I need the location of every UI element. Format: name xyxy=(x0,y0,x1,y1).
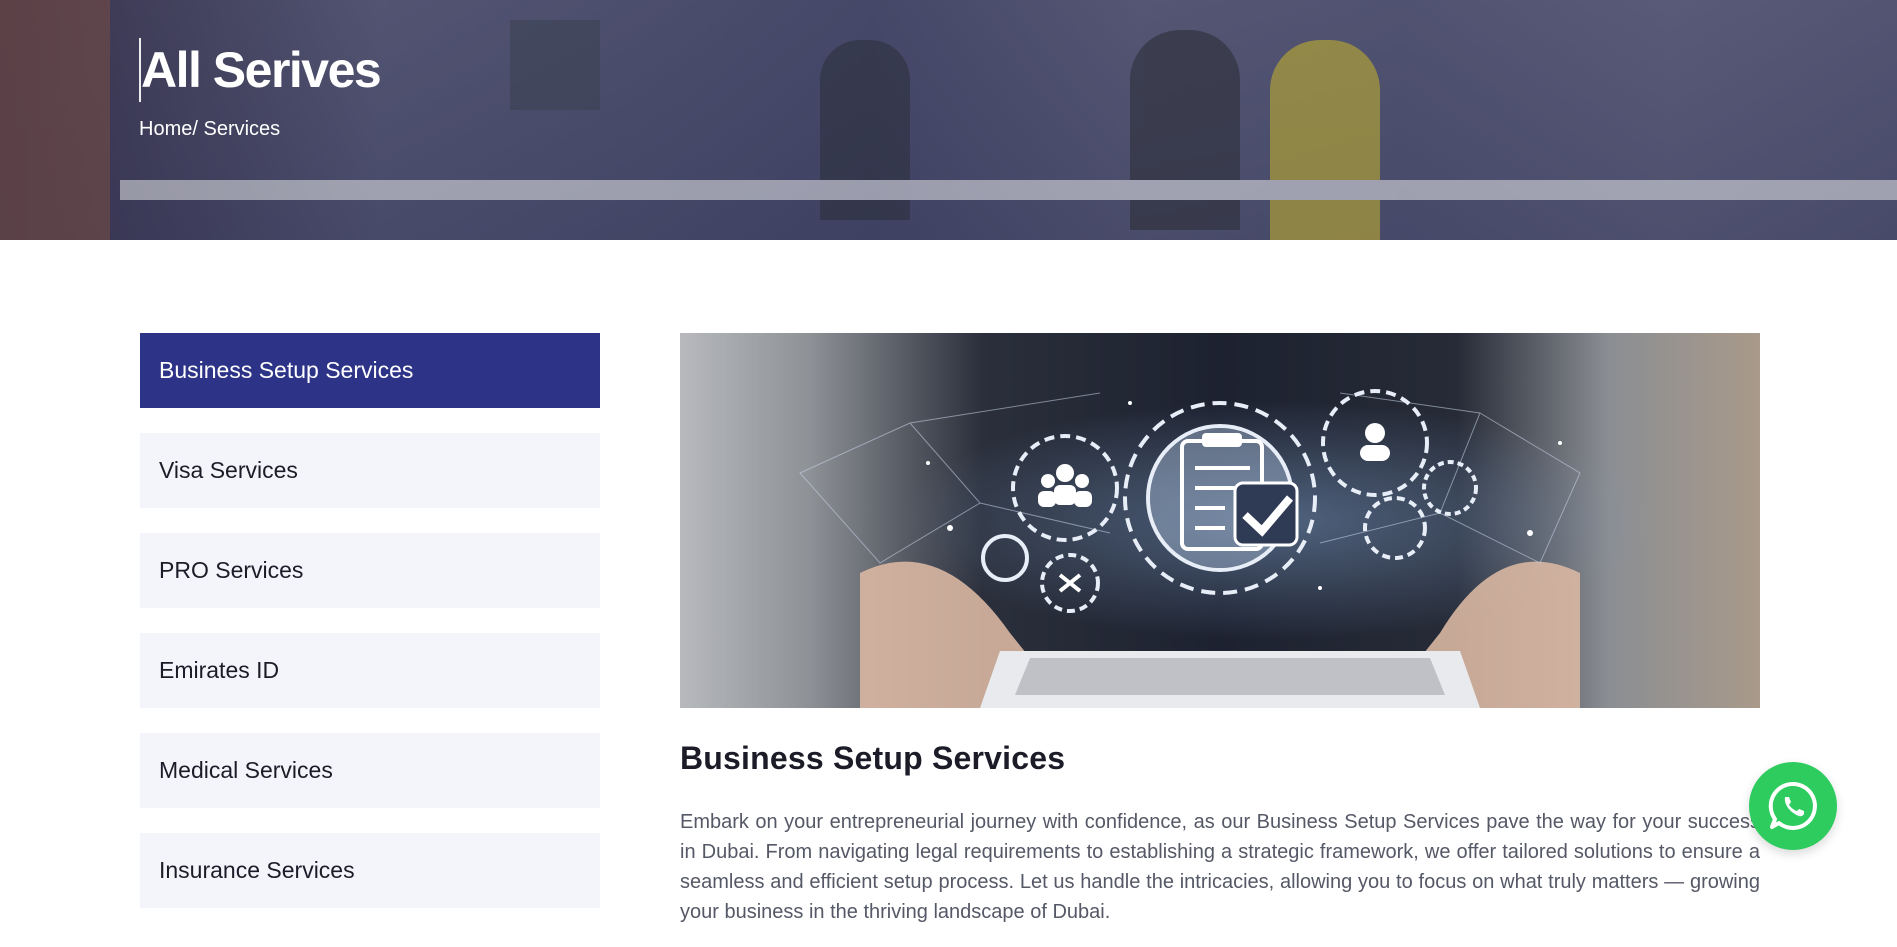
services-sidebar: Business Setup Services Visa Services PR… xyxy=(140,333,600,933)
page-hero-banner: All Serives Home/ Services xyxy=(0,0,1897,240)
gear-network-illustration-icon xyxy=(799,389,1581,708)
breadcrumb: Home/ Services xyxy=(139,118,380,141)
whatsapp-icon xyxy=(1768,781,1817,830)
sidebar-item-pro[interactable]: PRO Services xyxy=(140,533,600,608)
sidebar-item-label: Medical Services xyxy=(159,757,333,783)
sidebar-item-label: Business Setup Services xyxy=(159,357,414,383)
service-illustration-image xyxy=(680,333,1760,708)
sidebar-item-insurance[interactable]: Insurance Services xyxy=(140,833,600,908)
service-description: Embark on your entrepreneurial journey w… xyxy=(680,811,1760,923)
hero-heading-group: All Serives Home/ Services xyxy=(139,38,382,141)
sidebar-item-emirates-id[interactable]: Emirates ID xyxy=(140,633,600,708)
sidebar-item-label: Visa Services xyxy=(159,457,298,483)
service-title: Business Setup Services xyxy=(680,740,1066,776)
sidebar-item-medical[interactable]: Medical Services xyxy=(140,733,600,808)
sidebar-item-visa[interactable]: Visa Services xyxy=(140,433,600,508)
page-title: All Serives xyxy=(139,38,382,102)
breadcrumb-current: Services xyxy=(203,118,281,140)
sidebar-item-label: PRO Services xyxy=(159,557,304,583)
sidebar-item-business-setup[interactable]: Business Setup Services xyxy=(140,333,600,408)
sidebar-item-label: Emirates ID xyxy=(159,657,280,683)
sidebar-item-label: Insurance Services xyxy=(159,857,355,883)
whatsapp-chat-button[interactable] xyxy=(1749,762,1837,850)
breadcrumb-separator: / xyxy=(192,118,204,140)
breadcrumb-home-link[interactable]: Home xyxy=(139,118,192,140)
service-detail: Business Setup Services Embark on your e… xyxy=(680,333,1760,947)
